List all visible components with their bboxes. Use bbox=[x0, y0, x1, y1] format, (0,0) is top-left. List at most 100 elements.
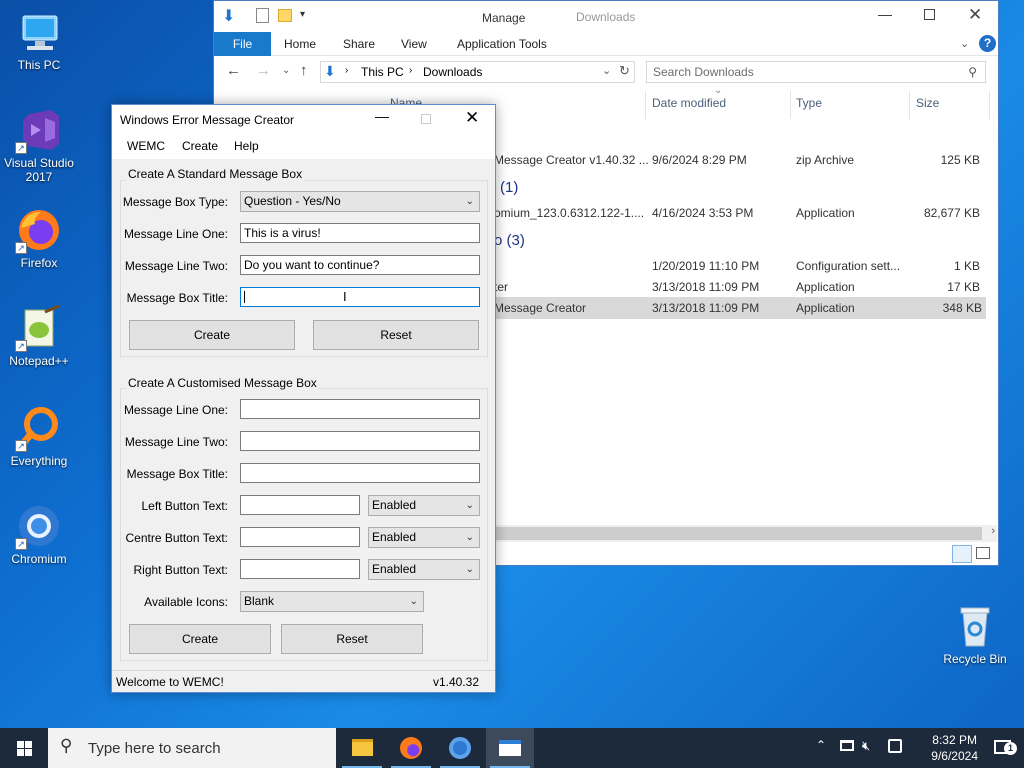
properties-qat-icon[interactable] bbox=[256, 8, 269, 23]
version-label: v1.40.32 bbox=[432, 675, 479, 689]
input-device-icon[interactable] bbox=[888, 739, 902, 753]
shortcut-arrow-icon: ↗ bbox=[15, 142, 27, 154]
folder-icon bbox=[352, 739, 373, 756]
tab-home[interactable]: Home bbox=[284, 32, 316, 56]
close-button[interactable]: ✕ bbox=[968, 5, 982, 25]
file-size: 82,677 KB bbox=[923, 206, 980, 220]
standard-line-two-input[interactable]: Do you want to continue? bbox=[240, 255, 480, 275]
volume-muted-icon[interactable]: 🔇︎ bbox=[862, 738, 870, 754]
custom-line-two-label: Message Line Two: bbox=[124, 435, 228, 449]
taskbar: ⚲ Type here to search ⌃ 🔇︎ 8:32 PM 9/6/2… bbox=[0, 728, 1024, 768]
custom-line-two-input[interactable] bbox=[240, 431, 480, 451]
window-title: Downloads bbox=[576, 10, 636, 24]
scroll-right-icon[interactable]: › bbox=[991, 525, 995, 537]
tab-application-tools[interactable]: Application Tools bbox=[457, 32, 547, 56]
menu-create[interactable]: Create bbox=[182, 139, 218, 153]
taskbar-search-box[interactable]: ⚲ Type here to search bbox=[48, 728, 336, 768]
desktop-icon-firefox[interactable]: ↗ Firefox bbox=[1, 206, 77, 270]
custom-reset-button[interactable]: Reset bbox=[281, 624, 423, 654]
custom-title-input[interactable] bbox=[240, 463, 480, 483]
breadcrumb-this-pc[interactable]: This PC bbox=[361, 65, 404, 79]
minimize-button[interactable]: — bbox=[878, 6, 892, 22]
scrollbar-thumb[interactable] bbox=[494, 527, 982, 540]
new-folder-qat-icon[interactable] bbox=[278, 9, 292, 22]
file-size: 1 KB bbox=[953, 259, 980, 273]
desktop-icon-recycle-bin[interactable]: Recycle Bin bbox=[937, 602, 1013, 666]
taskbar-chromium[interactable] bbox=[436, 728, 484, 768]
show-hidden-icons-chevron-icon[interactable]: ⌃ bbox=[816, 738, 826, 752]
help-icon[interactable]: ? bbox=[979, 35, 996, 52]
forward-arrow-icon[interactable]: → bbox=[256, 62, 271, 79]
right-button-text-input[interactable] bbox=[240, 559, 360, 579]
clock-time: 8:32 PM bbox=[932, 733, 977, 747]
wemc-titlebar[interactable]: Windows Error Message Creator — ✕ bbox=[112, 105, 495, 135]
firefox-icon: ↗ bbox=[15, 206, 63, 254]
taskbar-firefox[interactable] bbox=[387, 728, 435, 768]
file-type: zip Archive bbox=[796, 153, 855, 167]
wemc-window-title: Windows Error Message Creator bbox=[120, 113, 295, 127]
recent-dropdown-icon[interactable]: ⌄ bbox=[282, 65, 290, 76]
column-header-date[interactable]: Date modified bbox=[652, 96, 726, 110]
column-header-size[interactable]: Size bbox=[916, 96, 939, 110]
tab-share[interactable]: Share bbox=[343, 32, 375, 56]
maximize-button[interactable] bbox=[924, 9, 935, 20]
notification-center-button[interactable]: 1 bbox=[984, 728, 1024, 768]
explorer-titlebar[interactable]: ⬇ ▾ Manage Downloads — ✕ bbox=[214, 1, 998, 32]
desktop-icon-visual-studio[interactable]: ↗ Visual Studio 2017 bbox=[1, 106, 77, 184]
tab-view[interactable]: View bbox=[401, 32, 427, 56]
chevron-down-icon: ⌄ bbox=[409, 596, 418, 607]
ribbon-expand-icon[interactable]: ⌄ bbox=[960, 37, 969, 50]
available-icons-label: Available Icons: bbox=[144, 595, 228, 609]
group-header[interactable]: (1) bbox=[500, 179, 518, 196]
taskbar-wemc[interactable] bbox=[486, 728, 534, 768]
search-downloads-input[interactable]: Search Downloads ⚲ bbox=[646, 61, 986, 83]
custom-group-title: Create A Customised Message Box bbox=[126, 376, 319, 390]
desktop-icon-notepad-plus-plus[interactable]: ↗ Notepad++ bbox=[1, 304, 77, 368]
qat-dropdown-icon[interactable]: ▾ bbox=[300, 9, 305, 20]
refresh-icon[interactable]: ↻ bbox=[619, 63, 630, 79]
group-header[interactable]: o (3) bbox=[494, 232, 525, 249]
details-view-icon[interactable] bbox=[952, 545, 972, 563]
address-bar[interactable]: ⬇ › This PC › Downloads ⌄ ↻ bbox=[320, 61, 635, 83]
desktop-icon-this-pc[interactable]: This PC bbox=[1, 8, 77, 72]
up-arrow-icon[interactable]: ↑ bbox=[300, 62, 308, 79]
taskbar-clock[interactable]: 8:32 PM 9/6/2024 bbox=[931, 732, 978, 764]
available-icons-select[interactable]: Blank ⌄ bbox=[240, 591, 424, 612]
standard-create-button[interactable]: Create bbox=[129, 320, 295, 350]
back-arrow-icon[interactable]: ← bbox=[226, 62, 241, 79]
tab-file[interactable]: File bbox=[214, 32, 271, 56]
centre-button-text-input[interactable] bbox=[240, 527, 360, 547]
file-name: ter bbox=[494, 280, 509, 294]
taskbar-file-explorer[interactable] bbox=[338, 728, 386, 768]
address-dropdown-icon[interactable]: ⌄ bbox=[602, 64, 611, 77]
centre-button-state-select[interactable]: Enabled ⌄ bbox=[368, 527, 480, 548]
column-divider bbox=[645, 91, 646, 119]
message-box-type-select[interactable]: Question - Yes/No ⌄ bbox=[240, 191, 480, 212]
custom-create-button[interactable]: Create bbox=[129, 624, 271, 654]
standard-title-input[interactable]: I bbox=[240, 287, 480, 307]
menu-help[interactable]: Help bbox=[234, 139, 259, 153]
custom-line-one-input[interactable] bbox=[240, 399, 480, 419]
right-button-state-select[interactable]: Enabled ⌄ bbox=[368, 559, 480, 580]
standard-reset-button[interactable]: Reset bbox=[313, 320, 479, 350]
left-button-text-input[interactable] bbox=[240, 495, 360, 515]
manage-tab[interactable]: Manage bbox=[482, 11, 525, 25]
column-header-type[interactable]: Type bbox=[796, 96, 822, 110]
network-icon[interactable] bbox=[840, 740, 854, 751]
table-row-selected[interactable]: Message Creator 3/13/2018 11:09 PM Appli… bbox=[492, 297, 986, 319]
file-size: 125 KB bbox=[940, 153, 980, 167]
horizontal-scrollbar[interactable]: › bbox=[494, 525, 997, 542]
minimize-button[interactable]: — bbox=[375, 108, 389, 124]
desktop-icon-everything[interactable]: ↗ Everything bbox=[1, 404, 77, 468]
menu-wemc[interactable]: WEMC bbox=[127, 139, 165, 153]
left-button-state-select[interactable]: Enabled ⌄ bbox=[368, 495, 480, 516]
status-message: Welcome to WEMC! bbox=[116, 675, 224, 689]
breadcrumb-downloads[interactable]: Downloads bbox=[423, 65, 482, 79]
address-row: ← → ⌄ ↑ ⬇ › This PC › Downloads ⌄ ↻ Sear… bbox=[214, 56, 998, 89]
start-button[interactable] bbox=[0, 728, 48, 768]
close-button[interactable]: ✕ bbox=[465, 108, 479, 128]
centre-button-text-label: Centre Button Text: bbox=[125, 531, 228, 545]
standard-line-one-input[interactable]: This is a virus! bbox=[240, 223, 480, 243]
large-icons-view-icon[interactable] bbox=[976, 547, 990, 559]
desktop-icon-chromium[interactable]: ↗ Chromium bbox=[1, 502, 77, 566]
